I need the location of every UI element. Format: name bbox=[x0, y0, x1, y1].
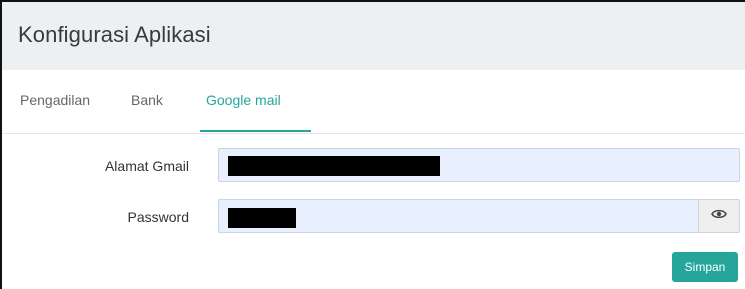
tab-bank[interactable]: Bank bbox=[131, 92, 163, 108]
tab-google-mail[interactable]: Google mail bbox=[206, 92, 281, 108]
tab-pengadilan[interactable]: Pengadilan bbox=[20, 92, 90, 108]
app-frame: Konfigurasi Aplikasi Pengadilan Bank Goo… bbox=[0, 0, 745, 289]
password-label: Password bbox=[127, 209, 189, 225]
page-header: Konfigurasi Aplikasi bbox=[2, 2, 745, 70]
page-title: Konfigurasi Aplikasi bbox=[18, 22, 211, 47]
password-row: Password bbox=[2, 199, 745, 235]
eye-icon bbox=[711, 207, 727, 225]
tab-bar: Pengadilan Bank Google mail bbox=[2, 70, 745, 134]
active-tab-indicator bbox=[200, 130, 311, 132]
redaction-bar bbox=[228, 208, 296, 228]
save-button[interactable]: Simpan bbox=[672, 252, 738, 282]
gmail-row: Alamat Gmail bbox=[2, 148, 745, 184]
gmail-label: Alamat Gmail bbox=[104, 158, 189, 174]
redaction-bar bbox=[228, 156, 440, 176]
show-password-button[interactable] bbox=[698, 199, 740, 233]
